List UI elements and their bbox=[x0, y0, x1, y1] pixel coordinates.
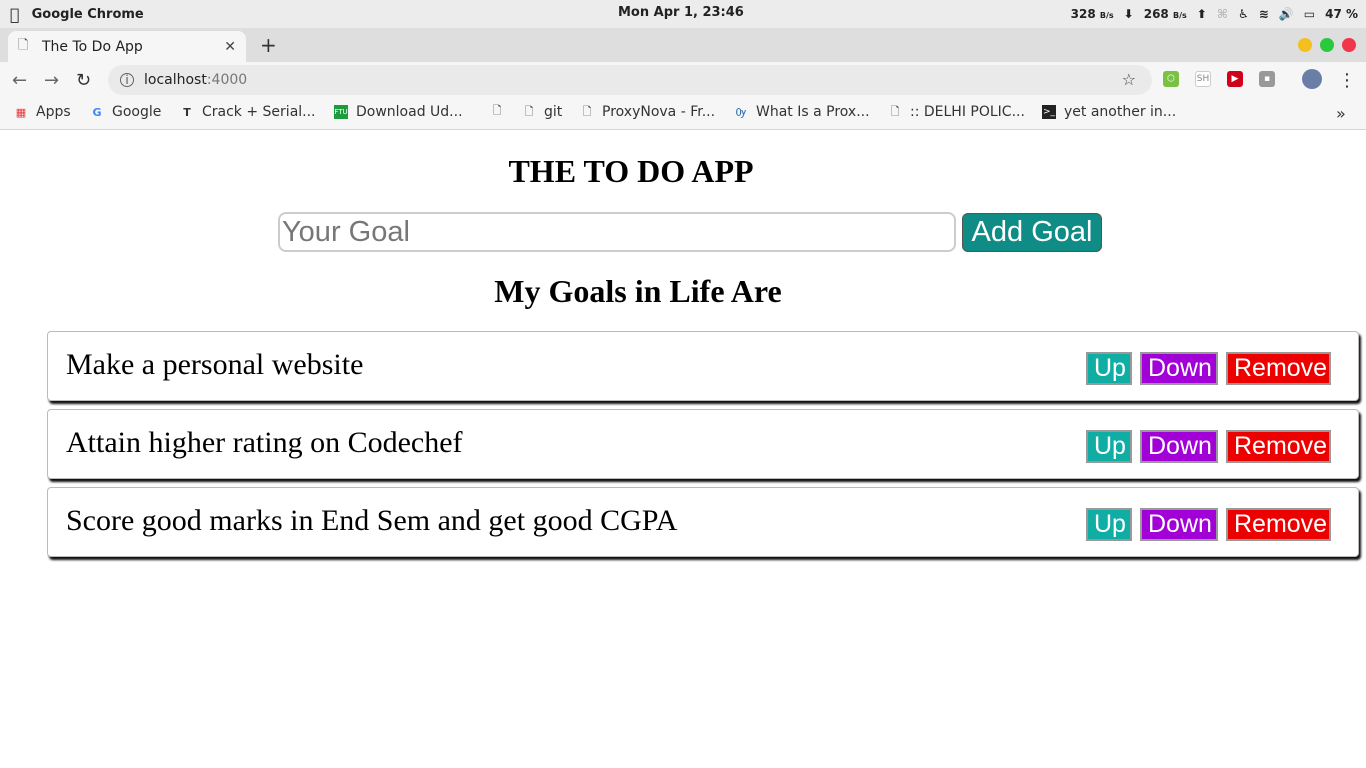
up-button[interactable]: Up bbox=[1086, 352, 1132, 385]
goal-text: Attain higher rating on Codechef bbox=[66, 426, 463, 459]
down-button[interactable]: Down bbox=[1140, 352, 1218, 385]
bookmark-blank[interactable]: 🗋 bbox=[490, 104, 504, 118]
extension-node-icon[interactable]: ⬡ bbox=[1163, 71, 1179, 87]
site-icon: Ѹ bbox=[735, 105, 747, 119]
address-toolbar: ← → ↻ i localhost:4000 ☆ ⬡ SH ▶ ▪ ⋮ bbox=[0, 62, 1366, 98]
down-button[interactable]: Down bbox=[1140, 430, 1218, 463]
remove-button[interactable]: Remove bbox=[1226, 352, 1331, 385]
upload-arrow-icon: ⬆ bbox=[1196, 7, 1207, 21]
download-arrow-icon: ⬇ bbox=[1123, 7, 1134, 21]
google-icon: G bbox=[92, 105, 102, 119]
menu-kebab-icon[interactable]: ⋮ bbox=[1338, 70, 1356, 91]
close-tab-icon[interactable]: ✕ bbox=[224, 39, 236, 55]
page-icon: 🗋 bbox=[18, 37, 29, 53]
maximize-button[interactable] bbox=[1320, 38, 1334, 52]
bookmark-proxynova[interactable]: 🗋 ProxyNova - Fr... bbox=[580, 104, 716, 120]
browser-tab[interactable]: 🗋 The To Do App ✕ bbox=[8, 31, 246, 62]
page-icon: 🗋 bbox=[524, 104, 534, 118]
bookmark-delhi-police[interactable]: 🗋 :: DELHI POLIC... bbox=[888, 104, 1025, 120]
site-icon: T bbox=[183, 105, 191, 119]
bookmark-yet-another[interactable]: >_ yet another in... bbox=[1042, 104, 1176, 120]
new-tab-icon[interactable]: + bbox=[260, 33, 277, 57]
page-content: THE TO DO APP Add Goal My Goals in Life … bbox=[0, 131, 1366, 768]
reload-icon[interactable]: ↻ bbox=[76, 70, 91, 91]
battery-percent[interactable]: 47 % bbox=[1325, 7, 1358, 21]
goal-item: Score good marks in End Sem and get good… bbox=[47, 487, 1359, 557]
apple-icon[interactable]:  bbox=[10, 5, 20, 24]
page-icon: 🗋 bbox=[582, 104, 592, 118]
up-button[interactable]: Up bbox=[1086, 508, 1132, 541]
bookmarks-bar: ▦ Apps G Google T Crack + Serial... FTU … bbox=[0, 98, 1366, 130]
goal-item: Make a personal website Up Down Remove bbox=[47, 331, 1359, 401]
accessibility-icon[interactable]: ♿ bbox=[1238, 7, 1249, 21]
remove-button[interactable]: Remove bbox=[1226, 430, 1331, 463]
bookmark-google[interactable]: G Google bbox=[90, 104, 161, 120]
remove-button[interactable]: Remove bbox=[1226, 508, 1331, 541]
bookmark-crack-serial[interactable]: T Crack + Serial... bbox=[180, 104, 315, 120]
os-app-name[interactable]: Google Chrome bbox=[32, 7, 144, 22]
forward-arrow-icon[interactable]: → bbox=[44, 70, 59, 91]
tab-title: The To Do App bbox=[42, 38, 143, 55]
terminal-icon: >_ bbox=[1042, 105, 1056, 119]
wifi-icon[interactable]: ≋ bbox=[1259, 7, 1269, 21]
bookmarks-overflow[interactable]: » bbox=[1336, 104, 1346, 123]
os-clock[interactable]: Mon Apr 1, 23:46 bbox=[618, 5, 744, 20]
extension-red-icon[interactable]: ▶ bbox=[1227, 71, 1243, 87]
ftu-icon: FTU bbox=[334, 105, 348, 119]
close-window-button[interactable] bbox=[1342, 38, 1356, 52]
back-arrow-icon[interactable]: ← bbox=[12, 70, 27, 91]
battery-icon[interactable]: ▭ bbox=[1304, 7, 1315, 21]
minimize-button[interactable] bbox=[1298, 38, 1312, 52]
down-button[interactable]: Down bbox=[1140, 508, 1218, 541]
upload-speed: 268 B/s bbox=[1143, 7, 1187, 21]
address-bar[interactable]: i localhost:4000 ☆ bbox=[108, 65, 1152, 95]
bookmark-download[interactable]: FTU Download Ud... bbox=[334, 104, 463, 120]
apps-grid-icon: ▦ bbox=[15, 105, 27, 119]
url-port: :4000 bbox=[206, 72, 248, 88]
info-icon[interactable]: i bbox=[120, 73, 134, 87]
extension-gray-icon[interactable]: ▪ bbox=[1259, 71, 1275, 87]
up-button[interactable]: Up bbox=[1086, 430, 1132, 463]
page-icon: 🗋 bbox=[492, 103, 502, 117]
download-speed: 328 B/s bbox=[1070, 7, 1114, 21]
app-title: THE TO DO APP bbox=[508, 153, 754, 189]
extension-sh-icon[interactable]: SH bbox=[1195, 71, 1211, 87]
goal-input[interactable] bbox=[278, 212, 956, 252]
goal-text: Score good marks in End Sem and get good… bbox=[66, 504, 678, 537]
grid-icon[interactable]: ⌘ bbox=[1217, 7, 1228, 21]
os-top-bar:  Google Chrome Mon Apr 1, 23:46 328 B/s… bbox=[0, 0, 1366, 28]
bookmark-star-icon[interactable]: ☆ bbox=[1122, 70, 1136, 89]
add-goal-button[interactable]: Add Goal bbox=[962, 213, 1102, 252]
page-icon: 🗋 bbox=[890, 104, 900, 118]
goal-text: Make a personal website bbox=[66, 348, 364, 381]
profile-avatar[interactable] bbox=[1302, 69, 1322, 89]
list-heading: My Goals in Life Are bbox=[494, 273, 782, 309]
bookmark-git[interactable]: 🗋 git bbox=[522, 104, 563, 120]
bookmark-what-is-proxy[interactable]: Ѹ What Is a Prox... bbox=[734, 104, 870, 120]
bookmark-apps[interactable]: ▦ Apps bbox=[14, 104, 71, 120]
tab-strip: 🗋 The To Do App ✕ + bbox=[0, 28, 1366, 62]
goal-item: Attain higher rating on Codechef Up Down… bbox=[47, 409, 1359, 479]
volume-icon[interactable]: 🔊 bbox=[1279, 7, 1294, 21]
url-host: localhost bbox=[144, 72, 207, 88]
